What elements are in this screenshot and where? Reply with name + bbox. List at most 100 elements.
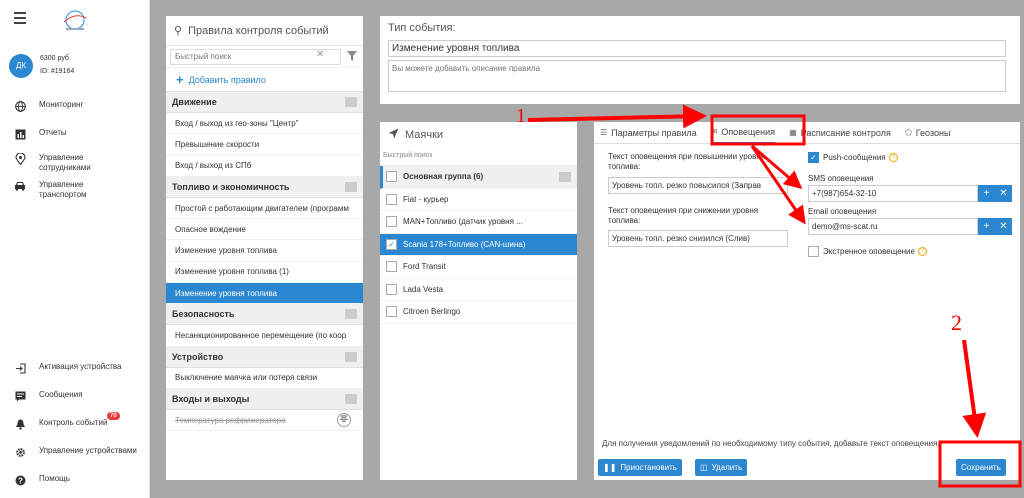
rule-item-selected[interactable]: Изменение уровня топлива <box>166 283 363 305</box>
group-toggle-icon[interactable] <box>345 181 357 192</box>
tab-label: Параметры правила <box>611 127 697 138</box>
tab-schedule[interactable]: ▦ Расписание контроля <box>789 122 891 144</box>
rule-group-name: Топливо и экономичность <box>172 181 290 192</box>
save-button[interactable]: Сохранить <box>956 459 1006 476</box>
nav-item-device-activation[interactable]: Активация устройства <box>0 362 150 374</box>
raise-text-input[interactable]: Уровень топл. резко повысился (Заправ <box>608 177 788 194</box>
email-input[interactable]: demo@ms-scat.ru <box>808 218 978 235</box>
beacon-row[interactable]: Fiat - курьер <box>380 189 577 211</box>
push-row[interactable]: ✓ Push-сообщения? <box>808 152 898 164</box>
beacon-row-selected[interactable]: ✓ Scania 178+Топливо (CAN-шина) <box>380 233 577 256</box>
nav-item-transport[interactable]: Управление транспортом <box>0 180 150 200</box>
rule-group-header[interactable]: Топливо и экономичность <box>166 176 363 198</box>
rules-panel-header: ⚲ Правила контроля событий <box>166 16 363 46</box>
beacon-checkbox[interactable] <box>386 261 397 273</box>
tab-notifications[interactable]: ✉ Оповещения <box>710 122 776 144</box>
beacon-checkbox[interactable] <box>386 283 397 295</box>
rule-item-disabled[interactable]: Температура рефрижератора 🗑 <box>166 410 363 432</box>
nav-item-help[interactable]: ? Помощь <box>0 474 150 486</box>
group-toggle-icon[interactable] <box>345 309 357 320</box>
message-icon <box>14 390 26 402</box>
tab-rule-parameters[interactable]: ☰ Параметры правила <box>600 122 697 144</box>
nav-label: Активация устройства <box>39 362 122 371</box>
avatar[interactable]: ДК <box>9 54 33 78</box>
car-icon <box>14 180 26 192</box>
logo <box>63 10 87 30</box>
rule-group-name: Входы и выходы <box>172 393 250 404</box>
beacon-checkbox-checked[interactable]: ✓ <box>386 238 397 250</box>
notification-hint: Для получения уведомлений по необходимом… <box>602 439 940 448</box>
push-checkbox[interactable]: ✓ <box>808 152 819 164</box>
beacon-checkbox[interactable] <box>386 193 397 205</box>
drop-text-input[interactable]: Уровень топл. резко снизился (Слив) <box>608 230 788 247</box>
rule-group-header[interactable]: Устройство <box>166 346 363 368</box>
rule-group-header[interactable]: Входы и выходы <box>166 388 363 410</box>
group-toggle-icon[interactable] <box>345 97 357 107</box>
event-name-input[interactable] <box>388 40 1006 57</box>
add-rule-button[interactable]: + Добавить правило <box>166 68 363 92</box>
tab-geozones[interactable]: ⬠ Геозоны <box>905 122 951 144</box>
svg-text:?: ? <box>18 476 23 485</box>
beacon-row[interactable]: MAN+Топливо (датчик уровня ... <box>380 211 577 234</box>
beacons-search-input[interactable]: Быстрый поиск <box>380 148 577 166</box>
rule-item[interactable]: Изменение уровня топлива (1) <box>166 262 363 284</box>
sms-input[interactable]: +7(987)654-32-10 <box>808 185 978 202</box>
trash-icon: ◫ <box>700 463 708 472</box>
rule-settings-panel: ☰ Параметры правила ✉ Оповещения ▦ Расписан… <box>594 122 1020 480</box>
rule-item[interactable]: Вход / выход из гео-зоны "Центр" <box>166 113 363 135</box>
event-description-input[interactable] <box>388 60 1006 92</box>
beacon-checkbox[interactable] <box>386 216 397 228</box>
group-toggle-icon[interactable] <box>559 171 571 182</box>
beacon-group-row[interactable]: Основная группа (6) <box>380 166 577 189</box>
beacon-label: Scania 178+Топливо (CAN-шина) <box>403 239 526 249</box>
rules-search-row: ✕ <box>166 46 363 68</box>
nav-item-employees[interactable]: Управление сотрудниками <box>0 153 150 173</box>
nav-item-device-management[interactable]: Управление устройствами <box>0 446 150 458</box>
nav-item-monitoring[interactable]: Мониторинг <box>0 100 150 112</box>
rule-item[interactable]: Опасное вождение <box>166 219 363 241</box>
trash-icon[interactable]: 🗑 <box>337 413 351 428</box>
group-checkbox[interactable] <box>386 171 397 183</box>
remove-icon[interactable]: ✕ <box>995 185 1012 202</box>
nav-label: Сообщения <box>39 390 83 399</box>
calendar-icon: ▦ <box>789 128 797 137</box>
beacon-group-label: Основная группа (6) <box>403 172 484 182</box>
beacon-label: Lada Vesta <box>403 284 444 294</box>
left-nav: ДК 6300 руб. ID: #19164 Мониторинг Отчет… <box>0 0 150 498</box>
help-icon[interactable]: ? <box>917 247 927 257</box>
delete-button[interactable]: ◫ Удалить <box>695 459 748 476</box>
group-toggle-icon[interactable] <box>345 351 357 362</box>
beacon-row[interactable]: Ford Transit <box>380 256 577 279</box>
emergency-checkbox[interactable] <box>808 246 819 258</box>
rule-group-header[interactable]: Движение <box>166 92 363 113</box>
rule-item[interactable]: Простой с работающим двигателем (програм… <box>166 198 363 220</box>
event-type-panel: Тип события: <box>380 16 1020 104</box>
pause-button[interactable]: ❚❚ Приостановить <box>598 459 682 476</box>
filter-icon[interactable] <box>341 50 363 63</box>
add-icon[interactable]: + <box>978 218 995 235</box>
pause-label: Приостановить <box>620 463 677 472</box>
beacon-checkbox[interactable] <box>386 306 397 318</box>
add-icon[interactable]: + <box>978 185 995 202</box>
rule-item[interactable]: Выключение маячка или потеря связи <box>166 368 363 389</box>
rule-item[interactable]: Изменение уровня топлива <box>166 240 363 262</box>
menu-icon[interactable] <box>14 12 26 27</box>
help-icon[interactable]: ? <box>888 153 898 163</box>
emergency-row[interactable]: Экстренное оповещение? <box>808 246 927 258</box>
map-pin-icon <box>14 153 26 165</box>
group-toggle-icon[interactable] <box>345 393 357 404</box>
beacon-row[interactable]: Citroen Berlingo <box>380 301 577 324</box>
rule-group-header[interactable]: Безопасность <box>166 304 363 326</box>
clear-icon[interactable]: ✕ <box>316 49 324 60</box>
nav-item-reports[interactable]: Отчеты <box>0 128 150 140</box>
rule-item[interactable]: Вход / выход из СПб <box>166 156 363 177</box>
delete-label: Удалить <box>711 463 743 472</box>
rule-item[interactable]: Превышение скорости <box>166 134 363 156</box>
rule-item[interactable]: Несанкционированное перемещение (по коор <box>166 325 363 347</box>
beacon-row[interactable]: Lada Vesta <box>380 279 577 301</box>
nav-item-event-control[interactable]: Контроль событий 70 <box>0 412 150 430</box>
pause-icon: ❚❚ <box>603 463 617 472</box>
remove-icon[interactable]: ✕ <box>995 218 1012 235</box>
beacons-panel: Маячки Быстрый поиск Основная группа (6)… <box>380 122 577 480</box>
nav-item-messages[interactable]: Сообщения <box>0 390 150 402</box>
